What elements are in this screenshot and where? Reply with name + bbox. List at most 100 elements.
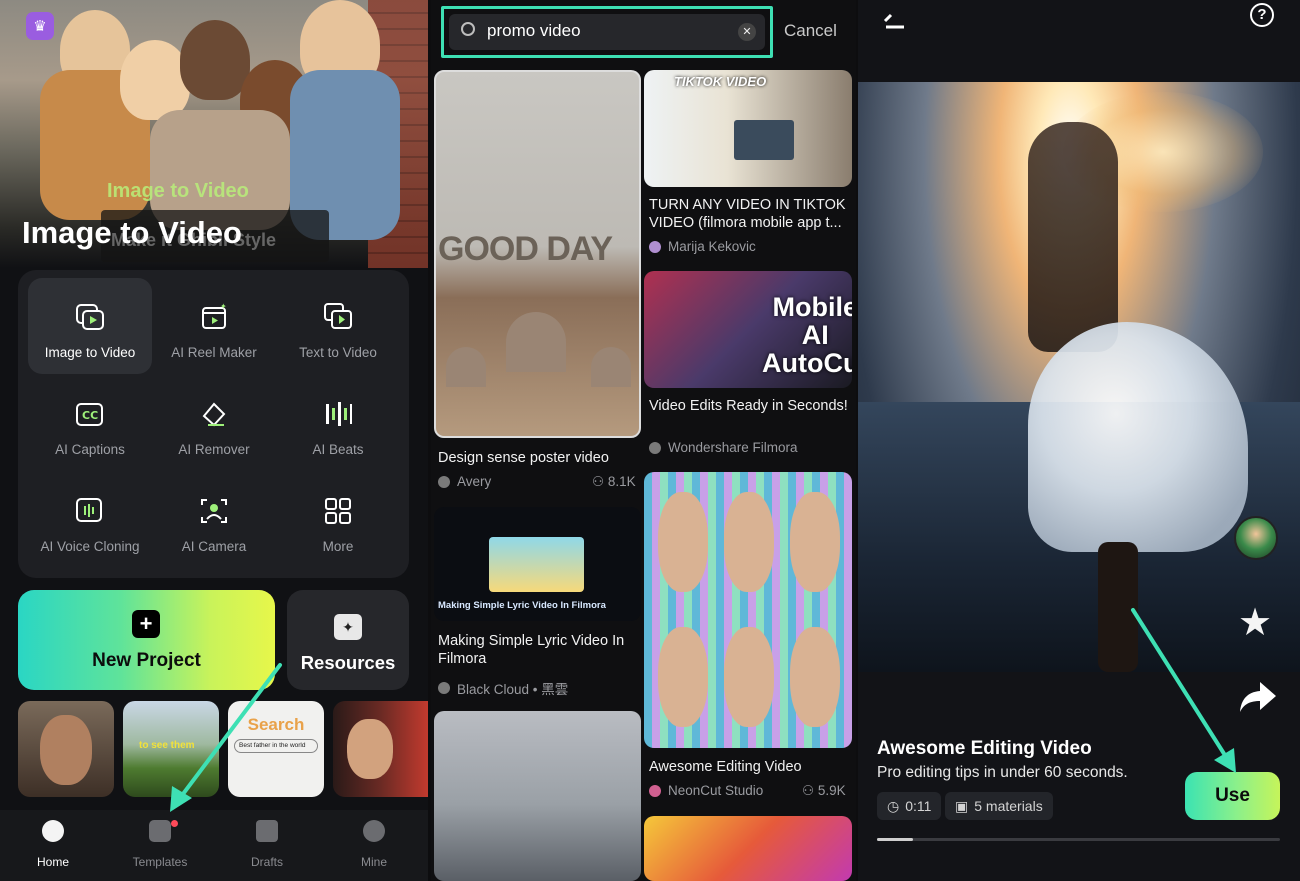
template-description: Pro editing tips in under 60 seconds. (877, 764, 1128, 781)
share-arrow-icon[interactable] (1238, 680, 1278, 723)
laptop-shape (734, 120, 794, 160)
result-author: NeonCut Studio (649, 783, 763, 798)
hero-banner[interactable]: ♛ Make it Ghibli Style Image to Video Im… (0, 0, 428, 268)
autocut-overlay-text: Mobile AI AutoCut (762, 292, 852, 378)
face-figure (658, 492, 708, 592)
result-title: Video Edits Ready in Seconds! (649, 398, 848, 414)
resources-label: Resources (300, 652, 396, 673)
svg-text:✦: ✦ (220, 302, 227, 311)
tool-label: More (322, 539, 354, 554)
duration-value: 0:11 (905, 798, 932, 814)
nav-templates[interactable]: Templates (115, 820, 205, 869)
nav-label: Mine (360, 855, 387, 869)
tool-label: AI Camera (181, 539, 247, 554)
captions-icon: CC (73, 397, 107, 431)
author-avatar (649, 240, 661, 253)
nav-home[interactable]: Home (8, 820, 98, 869)
result-author: Black Cloud • 黑雲 (438, 678, 568, 698)
result-card[interactable]: Mobile AI AutoCut (644, 271, 852, 388)
beats-icon (321, 397, 355, 431)
plus-icon: + (132, 610, 160, 638)
favorite-star-icon[interactable]: ★ (1238, 600, 1272, 645)
grid-icon (321, 494, 355, 528)
tool-ai-captions[interactable]: CC AI Captions (28, 375, 152, 471)
search-input[interactable]: promo video ✕ (449, 14, 765, 50)
hero-title: Image to Video (22, 215, 242, 250)
thumbnail-title: Search (247, 715, 305, 734)
materials-value: 5 materials (974, 798, 1043, 814)
result-card[interactable] (644, 472, 852, 748)
tool-image-to-video[interactable]: Image to Video (28, 278, 152, 374)
result-title: Awesome Editing Video (649, 759, 802, 775)
template-thumbnail[interactable] (333, 701, 428, 797)
camera-icon (197, 494, 231, 528)
template-preview[interactable] (858, 82, 1300, 672)
eraser-icon (197, 397, 231, 431)
tool-ai-beats[interactable]: AI Beats (276, 375, 400, 471)
tool-label: AI Voice Cloning (40, 539, 140, 554)
crown-icon[interactable]: ♛ (26, 12, 54, 40)
result-author: Avery (438, 474, 491, 489)
result-author: Marija Kekovic (649, 239, 756, 254)
tool-label: Image to Video (44, 345, 136, 360)
clear-icon[interactable]: ✕ (738, 23, 756, 41)
result-title: TURN ANY VIDEO IN TIKTOK VIDEO (filmora … (649, 197, 846, 231)
author-name: Wondershare Filmora (668, 440, 798, 455)
result-card[interactable]: TIKTOK VIDEO (644, 70, 852, 187)
cancel-button[interactable]: Cancel (784, 21, 837, 41)
result-card[interactable] (644, 816, 852, 881)
poster-overlay-text: GOOD DAY (438, 230, 613, 268)
dome-shape (506, 312, 566, 372)
template-thumbnail[interactable]: Search Best father in the world (228, 701, 324, 797)
dress-shape (1028, 322, 1248, 552)
progress-track[interactable] (877, 838, 1280, 841)
result-card[interactable]: Making Simple Lyric Video In Filmora (434, 507, 641, 621)
face-figure (347, 719, 393, 779)
template-detail-screen: ? ★ Awesome Editing Video Pro editing ti… (858, 0, 1300, 881)
resources-button[interactable]: ✦ Resources (287, 590, 409, 690)
tool-ai-reel-maker[interactable]: ✦ AI Reel Maker (152, 278, 276, 374)
reel-maker-icon: ✦ (197, 300, 231, 334)
lyric-preview (489, 537, 584, 592)
tool-ai-camera[interactable]: AI Camera (152, 472, 276, 568)
template-thumbnail[interactable] (18, 701, 114, 797)
creator-avatar[interactable] (1234, 516, 1278, 560)
dome-shape (446, 347, 486, 387)
tool-text-to-video[interactable]: Text to Video (276, 278, 400, 374)
thumbnail-searchbar: Best father in the world (234, 739, 318, 753)
result-card[interactable] (434, 711, 641, 881)
result-title: Design sense poster video (438, 450, 609, 466)
template-thumbnail[interactable]: to see them (123, 701, 219, 797)
tool-ai-remover[interactable]: AI Remover (152, 375, 276, 471)
voice-clone-icon (73, 494, 107, 528)
face-figure (790, 492, 840, 592)
author-name: NeonCut Studio (668, 783, 764, 798)
tools-grid: Image to Video ✦ AI Reel Maker Text to V… (18, 270, 409, 578)
tool-more[interactable]: More (276, 472, 400, 568)
tool-ai-voice-cloning[interactable]: AI Voice Cloning (28, 472, 152, 568)
help-icon[interactable]: ? (1250, 3, 1274, 27)
use-button[interactable]: Use (1185, 772, 1280, 820)
new-project-button[interactable]: + New Project (18, 590, 275, 690)
author-name: Marija Kekovic (668, 239, 756, 254)
uses-icon: ⚇ (592, 474, 608, 489)
character-figure (180, 20, 250, 100)
author-name: Avery (457, 474, 492, 489)
home-icon (42, 820, 64, 842)
result-title: Making Simple Lyric Video In Filmora (438, 633, 625, 667)
uses-count: 8.1K (607, 474, 636, 489)
result-card[interactable]: GOOD DAY (434, 70, 641, 438)
back-arrow-icon[interactable] (882, 10, 908, 38)
figure-legs (1098, 542, 1138, 672)
search-screen: promo video ✕ Cancel GOOD DAY Design sen… (431, 0, 856, 881)
tool-label: AI Captions (55, 442, 125, 457)
nav-mine[interactable]: Mine (329, 820, 419, 869)
author-name: Black Cloud • 黑雲 (457, 682, 569, 697)
resources-icon: ✦ (334, 614, 362, 640)
text-to-video-icon (321, 300, 355, 334)
nav-drafts[interactable]: Drafts (222, 820, 312, 869)
template-title: Awesome Editing Video (877, 738, 1092, 759)
result-uses: ⚇ 5.9K (802, 783, 846, 799)
face-figure (658, 627, 708, 727)
tiktok-overlay-text: TIKTOK VIDEO (674, 74, 767, 89)
